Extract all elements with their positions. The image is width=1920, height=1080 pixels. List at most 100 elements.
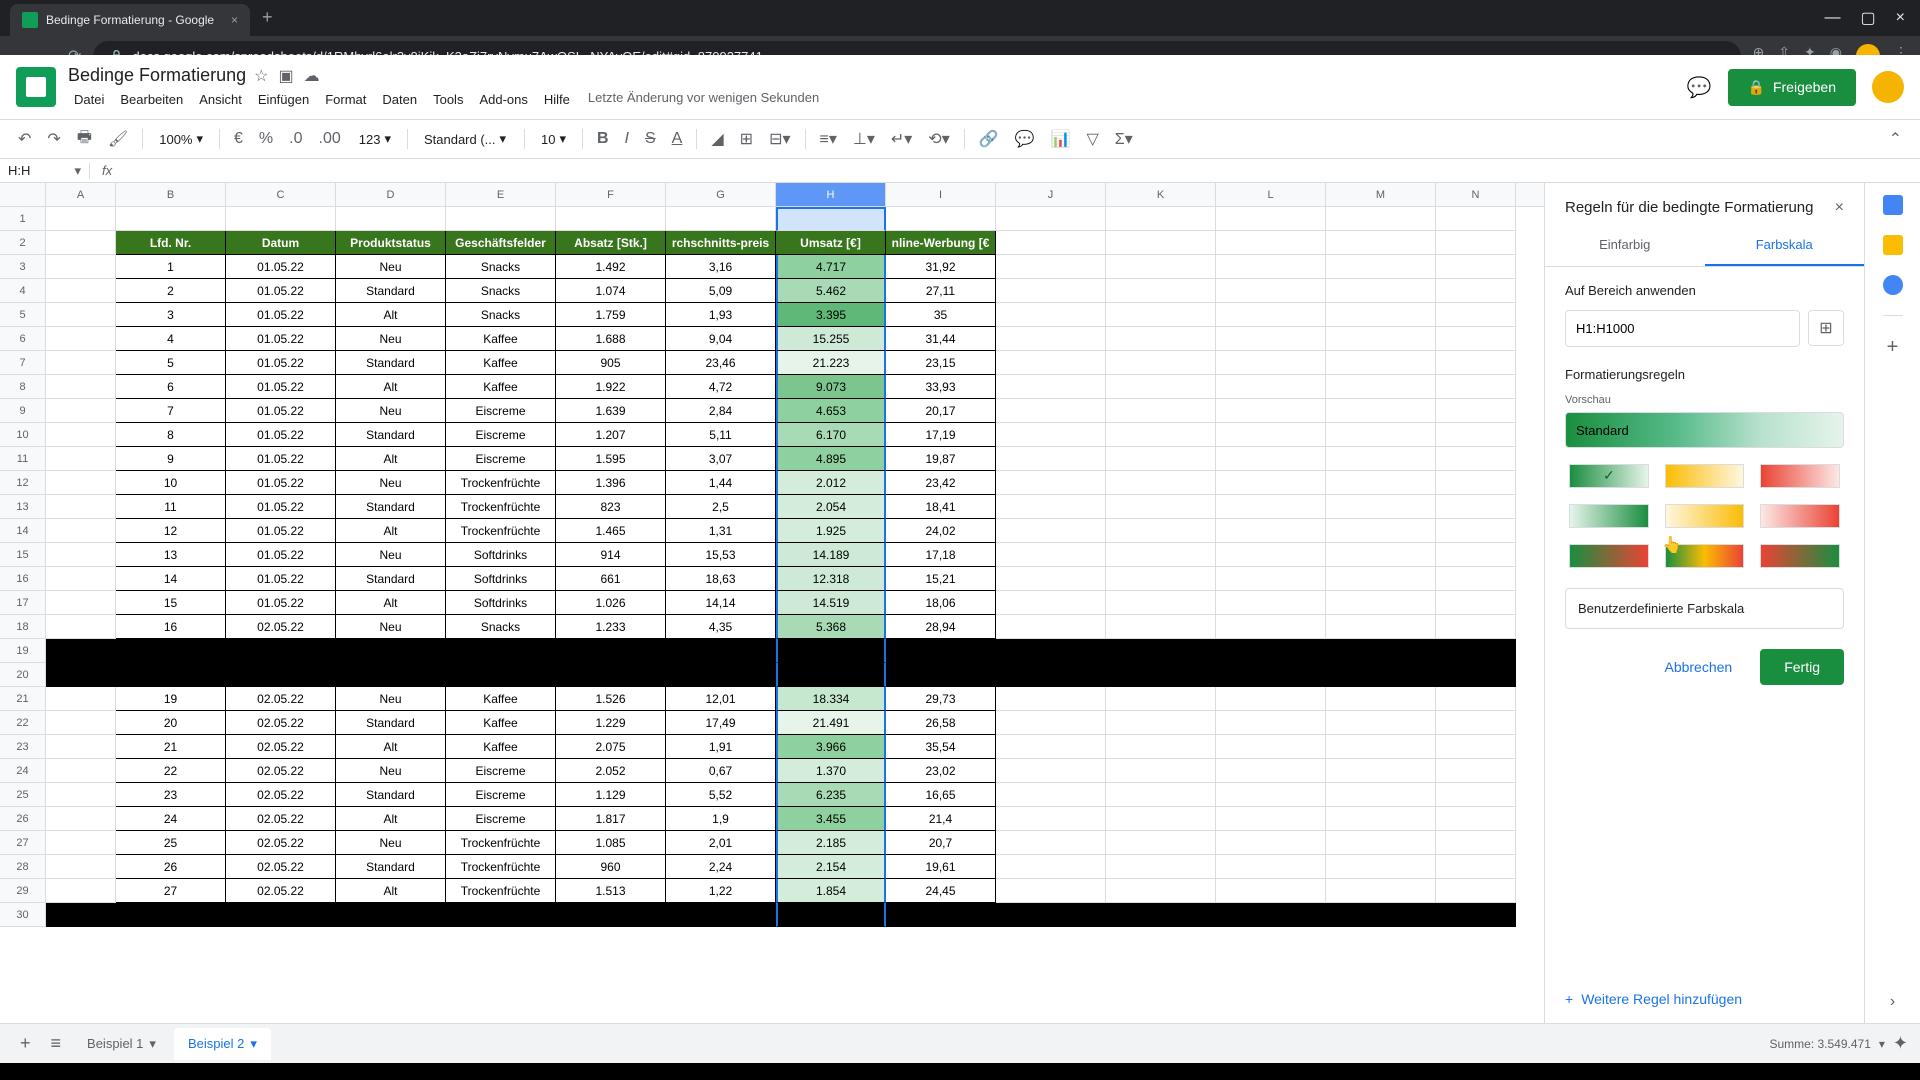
cell[interactable] (1326, 327, 1436, 351)
cell[interactable] (1436, 831, 1516, 855)
cell[interactable]: 1.229 (556, 711, 666, 735)
valign-icon[interactable]: ⊥▾ (847, 125, 881, 153)
cell[interactable] (46, 231, 116, 255)
cell[interactable] (996, 639, 1106, 663)
status-sum[interactable]: Summe: 3.549.471 (1769, 1037, 1870, 1051)
cell[interactable]: 23,46 (666, 351, 776, 375)
cell[interactable] (556, 207, 666, 231)
cell[interactable] (1106, 351, 1216, 375)
cell[interactable]: 1.688 (556, 327, 666, 351)
cell[interactable]: 0,67 (666, 759, 776, 783)
cell[interactable]: 3,16 (666, 255, 776, 279)
col-header-F[interactable]: F (556, 183, 666, 206)
cell[interactable]: 19,87 (886, 447, 996, 471)
percent-icon[interactable]: % (253, 126, 279, 152)
row-header[interactable]: 11 (0, 447, 46, 471)
cell[interactable] (1436, 255, 1516, 279)
row-header[interactable]: 30 (0, 903, 46, 927)
cell[interactable] (1106, 447, 1216, 471)
cell[interactable]: Kaffee (446, 351, 556, 375)
keep-icon[interactable] (1883, 235, 1903, 255)
cell[interactable]: Produktstatus (336, 231, 446, 255)
cell[interactable]: 1.129 (556, 783, 666, 807)
cell[interactable] (556, 663, 666, 687)
cell[interactable] (1216, 375, 1326, 399)
cell[interactable] (1326, 903, 1436, 927)
cell[interactable]: Trockenfrüchte (446, 879, 556, 903)
cell[interactable] (46, 879, 116, 903)
cell[interactable] (1436, 327, 1516, 351)
cell[interactable]: Neu (336, 543, 446, 567)
cell[interactable]: 661 (556, 567, 666, 591)
col-header-G[interactable]: G (666, 183, 776, 206)
cell[interactable] (1216, 831, 1326, 855)
cell[interactable] (1326, 375, 1436, 399)
collapse-rail-icon[interactable]: › (1890, 993, 1895, 1011)
cell[interactable]: 23,42 (886, 471, 996, 495)
cell[interactable] (996, 495, 1106, 519)
cell[interactable]: 1.085 (556, 831, 666, 855)
menu-bearbeiten[interactable]: Bearbeiten (114, 90, 189, 109)
cell[interactable]: 4.895 (776, 447, 886, 471)
explore-icon[interactable]: ✦ (1893, 1033, 1908, 1054)
cell[interactable]: 01.05.22 (226, 495, 336, 519)
cell[interactable] (1436, 663, 1516, 687)
col-header-H[interactable]: H (776, 183, 886, 206)
cell[interactable]: Kaffee (446, 687, 556, 711)
document-title[interactable]: Bedinge Formatierung (68, 65, 246, 86)
cell[interactable]: 02.05.22 (226, 711, 336, 735)
cell[interactable] (446, 639, 556, 663)
cell[interactable] (1436, 447, 1516, 471)
cell[interactable]: 8 (116, 423, 226, 447)
cloud-icon[interactable]: ☁ (304, 66, 320, 86)
cell[interactable]: 1.595 (556, 447, 666, 471)
cell[interactable] (776, 663, 886, 687)
cell[interactable] (1106, 855, 1216, 879)
wrap-icon[interactable]: ↵▾ (885, 125, 918, 153)
cell[interactable]: 1,93 (666, 303, 776, 327)
cell[interactable] (46, 567, 116, 591)
cell[interactable]: Alt (336, 591, 446, 615)
tab-single-color[interactable]: Einfarbig (1545, 225, 1705, 266)
cell[interactable]: 01.05.22 (226, 519, 336, 543)
cell[interactable]: 5.462 (776, 279, 886, 303)
cell[interactable]: Trockenfrüchte (446, 495, 556, 519)
add-rule-button[interactable]: + Weitere Regel hinzufügen (1545, 975, 1864, 1023)
cell[interactable]: 18,06 (886, 591, 996, 615)
sheet-tab-2[interactable]: Beispiel 2 ▾ (174, 1028, 271, 1060)
row-header[interactable]: 5 (0, 303, 46, 327)
cell[interactable]: Eiscreme (446, 447, 556, 471)
cell[interactable]: 1.465 (556, 519, 666, 543)
cell[interactable]: Datum (226, 231, 336, 255)
cell[interactable] (996, 375, 1106, 399)
cell[interactable] (1106, 495, 1216, 519)
cell[interactable] (1106, 735, 1216, 759)
cell[interactable] (776, 639, 886, 663)
cell[interactable] (1106, 807, 1216, 831)
cell[interactable]: 960 (556, 855, 666, 879)
menu-einfügen[interactable]: Einfügen (252, 90, 315, 109)
cell[interactable] (46, 255, 116, 279)
sheet-tab-1[interactable]: Beispiel 1 ▾ (73, 1028, 170, 1060)
cell[interactable]: 17,19 (886, 423, 996, 447)
cell[interactable]: 23 (116, 783, 226, 807)
row-header[interactable]: 14 (0, 519, 46, 543)
cell[interactable]: 27 (116, 879, 226, 903)
cell[interactable]: 2,01 (666, 831, 776, 855)
cell[interactable]: 02.05.22 (226, 855, 336, 879)
cell[interactable]: 24,02 (886, 519, 996, 543)
cell[interactable] (666, 663, 776, 687)
cell[interactable] (1216, 423, 1326, 447)
cell[interactable] (46, 207, 116, 231)
cell[interactable] (1216, 879, 1326, 903)
row-header[interactable]: 13 (0, 495, 46, 519)
cell[interactable]: Neu (336, 255, 446, 279)
cell[interactable] (1216, 207, 1326, 231)
cell[interactable]: Eiscreme (446, 423, 556, 447)
dec-increase-icon[interactable]: .00 (313, 126, 347, 152)
cell[interactable]: 1.370 (776, 759, 886, 783)
font-size-select[interactable]: 10 ▾ (533, 127, 574, 151)
cell[interactable] (1106, 327, 1216, 351)
cell[interactable] (556, 639, 666, 663)
cell[interactable] (1106, 759, 1216, 783)
